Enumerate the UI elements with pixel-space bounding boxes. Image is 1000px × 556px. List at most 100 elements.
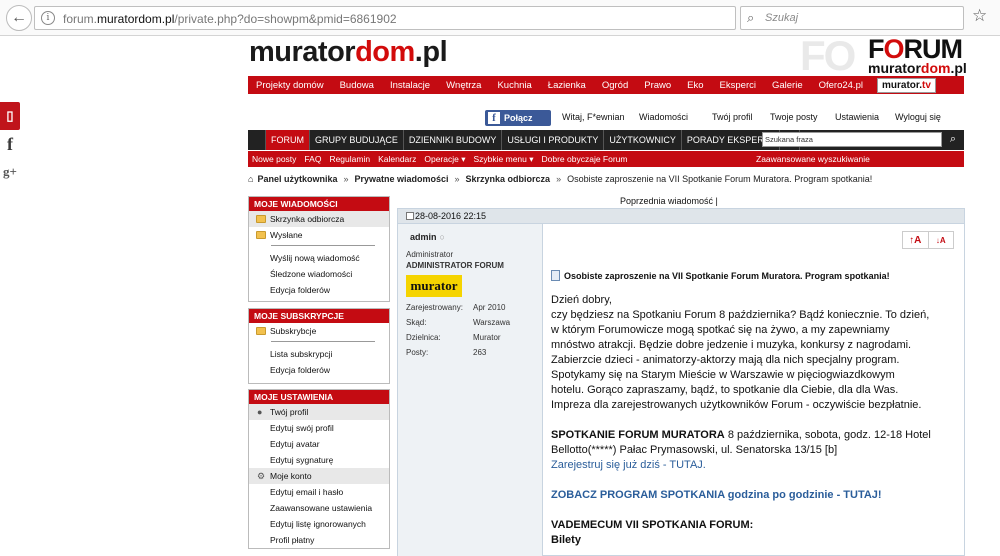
previous-message-link[interactable]: Poprzednia wiadomość | [620,196,718,206]
link-wyslij[interactable]: Wyślij nową wiadomość [249,250,389,266]
nav-ogrod[interactable]: Ogród [594,80,636,91]
body-line: czy będziesz na Spotkaniu Forum 8 paździ… [551,309,930,321]
page: ← i forum.muratordom.pl/private.php?do=s… [0,0,1000,556]
home-icon[interactable]: ⌂ [248,174,253,184]
tab-uzytkownicy[interactable]: UŻYTKOWNICY [604,130,682,150]
subnav-szybkie-menu[interactable]: Szybkie menu ▾ [469,154,537,165]
facebook-icon[interactable]: f [0,130,20,158]
font-increase-button[interactable]: ↑A [903,232,928,248]
murator-tv-logo[interactable]: murator.tv [876,77,936,93]
link-twoj-profil[interactable]: Twój profil [712,112,753,122]
link-edytuj-profil[interactable]: Edytuj swój profil [249,420,389,436]
nav-eko[interactable]: Eko [679,80,711,91]
link-email-haslo[interactable]: Edytuj email i hasło [249,484,389,500]
nav-ofero[interactable]: Ofero24.pl [811,80,871,91]
url-prefix: forum. [63,12,98,26]
body-line: mnóstwo atrakcji. Będzie dobre jedzenie … [551,339,912,351]
breadcrumb-panel[interactable]: Panel użytkownika [257,174,337,184]
subnav-nowe-posty[interactable]: Nowe posty [248,154,300,164]
breadcrumb-skrzynka[interactable]: Skrzynka odbiorcza [466,174,551,184]
folder-skrzynka[interactable]: Skrzynka odbiorcza [249,211,389,227]
link-lista-subskrypcji[interactable]: Lista subskrypcji [249,346,389,362]
info-icon[interactable]: i [41,11,55,25]
link-edytuj-sygnature[interactable]: Edytuj sygnaturę [249,452,389,468]
logo-part-pl: .pl [414,36,448,68]
logo-part-dom: dom [355,36,415,68]
url-text[interactable]: forum.muratordom.pl/private.php?do=showp… [63,12,397,26]
divider [271,341,375,342]
nav-prawo[interactable]: Prawo [636,80,679,91]
nav-eksperci[interactable]: Eksperci [712,80,764,91]
nav-kuchnia[interactable]: Kuchnia [489,80,539,91]
forum-logo-watermark: FO [800,32,856,79]
main-nav: Projekty domów Budowa Instalacje Wnętrza… [248,76,964,94]
tab-uslugi[interactable]: USŁUGI I PRODUKTY [502,130,605,150]
stat-registered: Zarejestrowany: Apr 2010 [406,303,506,312]
post-header: 28-08-2016 22:15 [398,209,964,224]
message-body: Dzień dobry, czy będziesz na Spotkaniu F… [551,293,956,548]
google-plus-icon[interactable]: g+ [0,158,20,186]
link-zaawansowane[interactable]: Zaawansowane ustawienia [249,500,389,516]
user-icon: ● [257,407,263,417]
subnav-regulamin[interactable]: Regulamin [325,154,374,164]
author-role: Administrator [406,250,454,259]
link-edycja-folderow[interactable]: Edycja folderów [249,282,389,298]
message-post: 28-08-2016 22:15 admin ○ Administrator AD… [397,208,965,556]
nav-projekty[interactable]: Projekty domów [248,80,332,91]
program-link[interactable]: ZOBACZ PROGRAM SPOTKANIA godzina po godz… [551,488,956,503]
link-ignorowani[interactable]: Edytuj listę ignorowanych [249,516,389,532]
folder-icon [256,215,266,223]
link-wyloguj[interactable]: Wyloguj się [895,112,941,122]
breadcrumb-prywatne[interactable]: Prywatne wiadomości [354,174,448,184]
nav-lazienka[interactable]: Łazienka [540,80,594,91]
folder-icon [256,327,266,335]
section-moje-konto: ⚙ Moje konto [249,468,389,484]
breadcrumb-current: Osobiste zaproszenie na VII Spotkanie Fo… [567,174,873,184]
font-decrease-button[interactable]: ↓A [927,232,954,248]
post-checkbox[interactable] [406,212,414,220]
link-profil-platny[interactable]: Profil płatny [249,532,389,548]
subnav-operacje[interactable]: Operacje ▾ [420,154,469,165]
nav-wnetrza[interactable]: Wnętrza [438,80,489,91]
subnav-dobre-obyczaje[interactable]: Dobre obyczaje Forum [538,154,632,164]
tab-dzienniki[interactable]: DZIENNIKI BUDOWY [404,130,503,150]
mobile-icon[interactable]: ▯ [0,102,20,130]
facebook-connect-button[interactable]: f Połącz [485,110,551,126]
gear-icon: ⚙ [257,471,266,481]
link-ustawienia[interactable]: Ustawienia [835,112,879,122]
tab-forum[interactable]: FORUM [266,130,310,150]
link-edytuj-avatar[interactable]: Edytuj avatar [249,436,389,452]
nav-instalacje[interactable]: Instalacje [382,80,438,91]
back-arrow-icon[interactable]: ← [6,5,32,31]
forum-search-input[interactable]: Szukana fraza [762,132,942,147]
subnav-advanced-search[interactable]: Zaawansowane wyszukiwanie [756,154,870,164]
browser-toolbar: ← i forum.muratordom.pl/private.php?do=s… [0,0,1000,36]
url-path: /private.php?do=showpm&pmid=6861902 [174,12,397,26]
author-rank: ADMINISTRATOR FORUM [406,261,504,270]
link-sledzone[interactable]: Śledzone wiadomości [249,266,389,282]
muratordom-logo[interactable]: muratordom.pl [249,36,448,69]
address-bar[interactable]: i forum.muratordom.pl/private.php?do=sho… [34,6,758,32]
facebook-icon: f [488,112,500,124]
body-line: hotelu. Gorąco zapraszamy, bądź, to spot… [551,384,899,396]
forum-logo[interactable]: FO FORUM muratordom.pl [800,32,970,79]
folder-wyslane[interactable]: Wysłane [249,227,389,243]
breadcrumb: ⌂ Panel użytkownika » Prywatne wiadomośc… [248,174,872,184]
search-icon[interactable]: ⌕ [944,131,962,148]
nav-budowa[interactable]: Budowa [332,80,382,91]
panel-header: MOJE SUBSKRYPCJE [249,309,389,323]
font-size-controls: ↑A ↓A [902,231,954,249]
folder-subskrybcje[interactable]: Subskrybcje [249,323,389,339]
tab-grupy[interactable]: GRUPY BUDUJĄCE [310,130,404,150]
link-twoje-posty[interactable]: Twoje posty [770,112,818,122]
stat-district: Dzielnica: Murator [406,333,501,342]
subnav-faq[interactable]: FAQ [300,154,325,164]
register-link[interactable]: Zarejestruj się już dziś - TUTAJ. [551,458,956,473]
link-wiadomosci[interactable]: Wiadomości [639,112,688,122]
author-name[interactable]: admin ○ [410,232,445,242]
link-edycja-folderow[interactable]: Edycja folderów [249,362,389,378]
subnav-kalendarz[interactable]: Kalendarz [374,154,420,164]
browser-search-input[interactable]: ⌕ Szukaj [740,6,964,30]
bookmark-star-icon[interactable]: ☆ [972,6,987,26]
nav-galerie[interactable]: Galerie [764,80,811,91]
